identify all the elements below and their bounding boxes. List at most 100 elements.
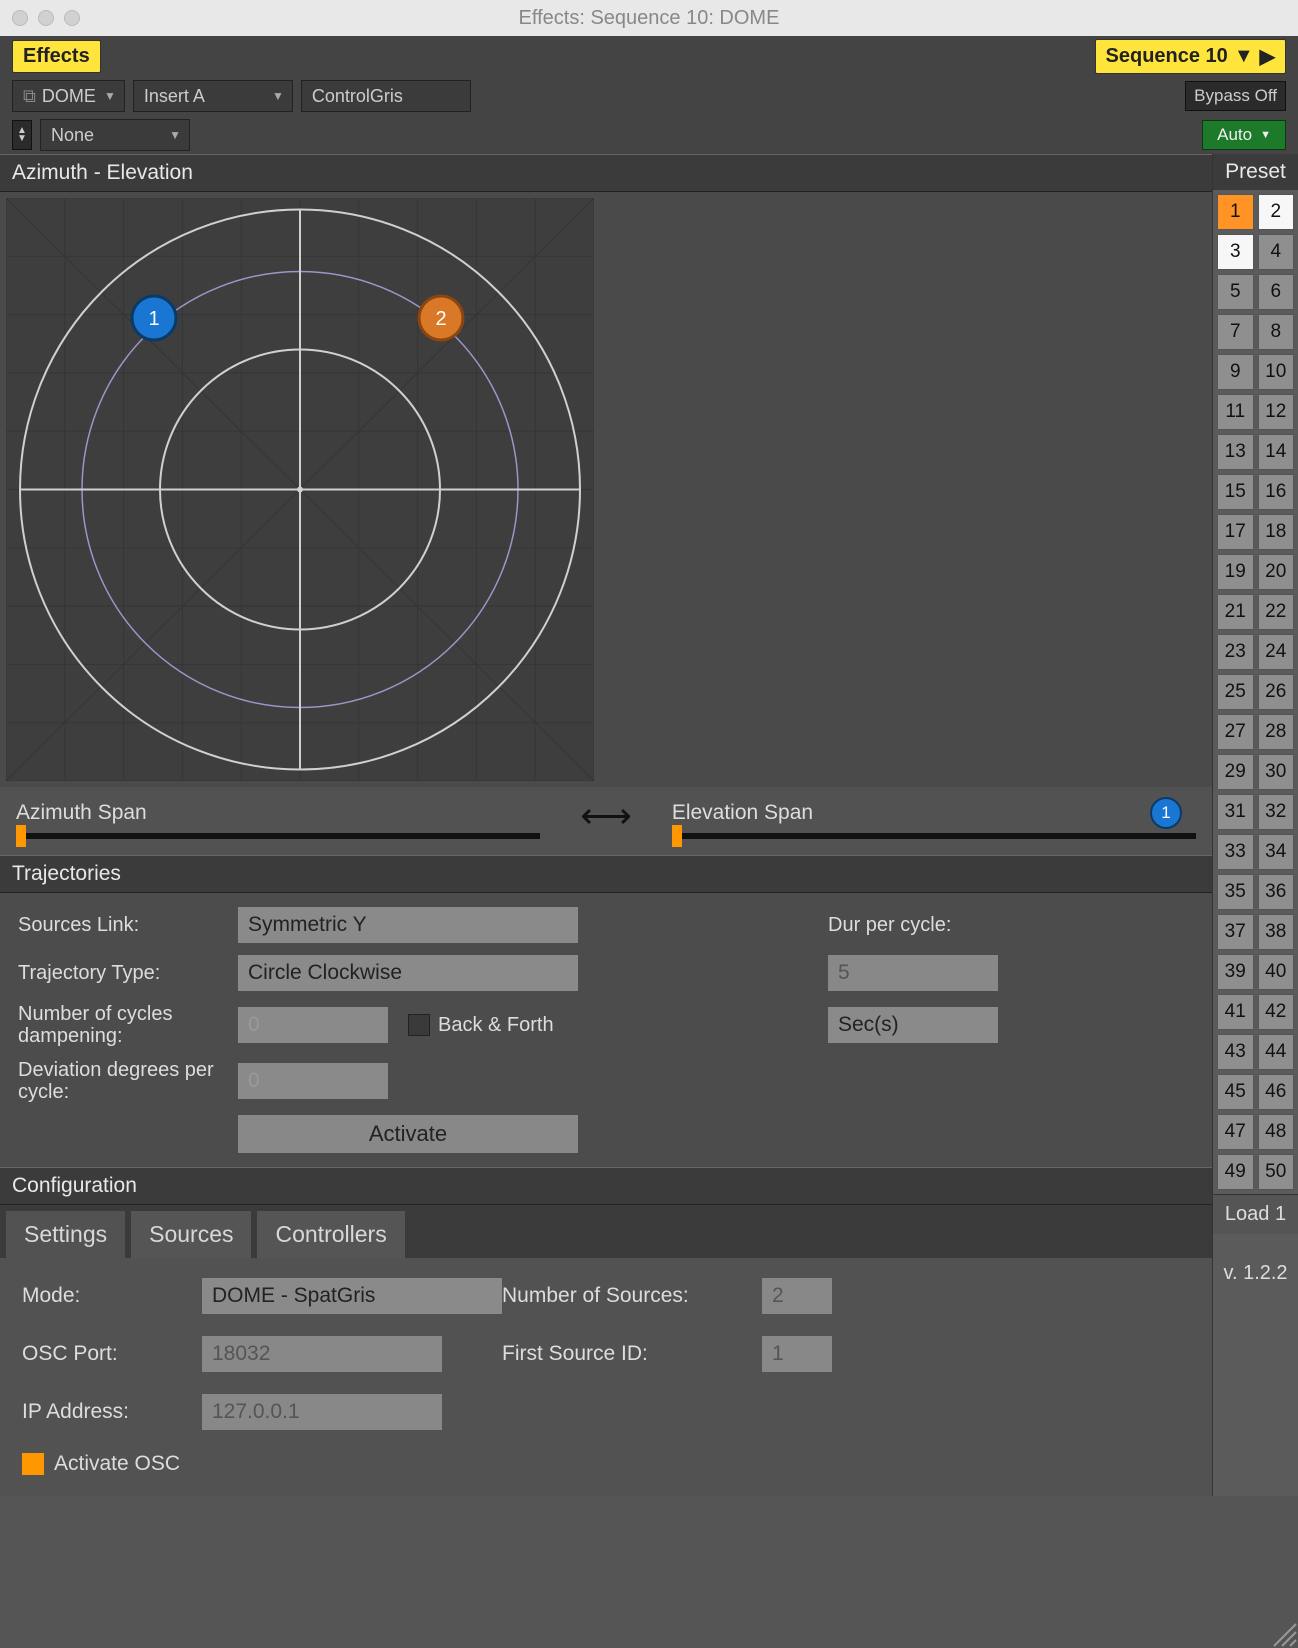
preset-button-38[interactable]: 38	[1258, 914, 1295, 950]
chevron-down-icon: ▼	[1260, 129, 1271, 141]
ip-address-input[interactable]: 127.0.0.1	[202, 1394, 442, 1430]
preset-button-48[interactable]: 48	[1258, 1114, 1295, 1150]
auto-button[interactable]: Auto ▼	[1202, 120, 1286, 150]
plugin-name[interactable]: ControlGris	[301, 80, 471, 112]
activate-osc-checkbox[interactable]	[22, 1453, 44, 1475]
preset-panel: Preset 123456789101112131415161718192021…	[1212, 154, 1298, 1496]
preset-button-14[interactable]: 14	[1258, 434, 1295, 470]
preset-button-28[interactable]: 28	[1258, 714, 1295, 750]
cycles-dampening-input[interactable]: 0	[238, 1007, 388, 1043]
preset-button-39[interactable]: 39	[1217, 954, 1254, 990]
preset-button-19[interactable]: 19	[1217, 554, 1254, 590]
effects-button[interactable]: Effects	[12, 40, 101, 73]
trajectory-type-select[interactable]: Circle Clockwise	[238, 955, 578, 991]
preset-button-31[interactable]: 31	[1217, 794, 1254, 830]
preset-button-17[interactable]: 17	[1217, 514, 1254, 550]
slider-thumb[interactable]	[672, 825, 682, 847]
preset-button-8[interactable]: 8	[1258, 314, 1295, 350]
preset-button-41[interactable]: 41	[1217, 994, 1254, 1030]
preset-button-5[interactable]: 5	[1217, 274, 1254, 310]
sources-link-select[interactable]: Symmetric Y	[238, 907, 578, 943]
preset-button-23[interactable]: 23	[1217, 634, 1254, 670]
elevation-span-slider[interactable]	[672, 833, 1196, 839]
preset-button-30[interactable]: 30	[1258, 754, 1295, 790]
preset-button-18[interactable]: 18	[1258, 514, 1295, 550]
preset-button-13[interactable]: 13	[1217, 434, 1254, 470]
mode-label: Mode:	[22, 1284, 202, 1308]
floating-source-badge[interactable]: 1	[1150, 797, 1182, 829]
config-tabs: Settings Sources Controllers	[0, 1205, 1212, 1258]
minimize-icon[interactable]	[38, 10, 54, 26]
preset-button-45[interactable]: 45	[1217, 1074, 1254, 1110]
track-select[interactable]: ⧉ DOME ▼	[12, 80, 125, 112]
chevron-down-icon: ▼	[272, 89, 284, 103]
num-sources-input[interactable]: 2	[762, 1278, 832, 1314]
back-forth-checkbox[interactable]	[408, 1014, 430, 1036]
window-controls[interactable]	[12, 10, 80, 26]
preset-button-32[interactable]: 32	[1258, 794, 1295, 830]
radar-view[interactable]: 1 2	[6, 198, 594, 781]
preset-button-43[interactable]: 43	[1217, 1034, 1254, 1070]
sequence-button[interactable]: Sequence 10 ▼ ▶	[1095, 39, 1286, 74]
dur-unit-select[interactable]: Sec(s)	[828, 1007, 998, 1043]
preset-button-25[interactable]: 25	[1217, 674, 1254, 710]
preset-compare-select[interactable]: None ▼	[40, 119, 190, 151]
preset-button-16[interactable]: 16	[1258, 474, 1295, 510]
tab-sources[interactable]: Sources	[131, 1211, 251, 1258]
insert-select[interactable]: Insert A ▼	[133, 80, 293, 112]
plugin-label: ControlGris	[312, 86, 403, 107]
first-source-id-input[interactable]: 1	[762, 1336, 832, 1372]
updown-button[interactable]: ▲▼	[12, 120, 32, 150]
preset-button-1[interactable]: 1	[1217, 194, 1254, 230]
link-arrow-icon[interactable]: ⟷	[580, 795, 632, 839]
preset-button-22[interactable]: 22	[1258, 594, 1295, 630]
resize-handle-icon[interactable]	[1268, 1618, 1298, 1648]
preset-button-49[interactable]: 49	[1217, 1154, 1254, 1190]
preset-button-15[interactable]: 15	[1217, 474, 1254, 510]
tab-controllers[interactable]: Controllers	[257, 1211, 404, 1258]
preset-button-2[interactable]: 2	[1258, 194, 1295, 230]
preset-button-36[interactable]: 36	[1258, 874, 1295, 910]
load-preset-button[interactable]: Load 1	[1213, 1194, 1298, 1234]
preset-button-9[interactable]: 9	[1217, 354, 1254, 390]
preset-button-10[interactable]: 10	[1258, 354, 1295, 390]
close-icon[interactable]	[12, 10, 28, 26]
mode-select[interactable]: DOME - SpatGris	[202, 1278, 502, 1314]
toolbar-primary: Effects Sequence 10 ▼ ▶	[0, 36, 1298, 76]
preset-button-6[interactable]: 6	[1258, 274, 1295, 310]
preset-button-47[interactable]: 47	[1217, 1114, 1254, 1150]
back-forth-label: Back & Forth	[438, 1014, 554, 1037]
osc-port-input[interactable]: 18032	[202, 1336, 442, 1372]
preset-button-34[interactable]: 34	[1258, 834, 1295, 870]
preset-button-12[interactable]: 12	[1258, 394, 1295, 430]
preset-button-4[interactable]: 4	[1258, 234, 1295, 270]
elevation-span-label: Elevation Span	[672, 801, 1196, 825]
preset-button-20[interactable]: 20	[1258, 554, 1295, 590]
preset-button-40[interactable]: 40	[1258, 954, 1295, 990]
preset-button-24[interactable]: 24	[1258, 634, 1295, 670]
preset-button-50[interactable]: 50	[1258, 1154, 1295, 1190]
preset-button-7[interactable]: 7	[1217, 314, 1254, 350]
source-2[interactable]: 2	[419, 296, 463, 340]
preset-button-35[interactable]: 35	[1217, 874, 1254, 910]
tab-settings[interactable]: Settings	[6, 1211, 125, 1258]
preset-button-3[interactable]: 3	[1217, 234, 1254, 270]
bypass-button[interactable]: Bypass Off	[1185, 81, 1286, 111]
preset-button-37[interactable]: 37	[1217, 914, 1254, 950]
azimuth-span-slider[interactable]	[16, 833, 540, 839]
deviation-input[interactable]: 0	[238, 1063, 388, 1099]
preset-button-42[interactable]: 42	[1258, 994, 1295, 1030]
preset-button-21[interactable]: 21	[1217, 594, 1254, 630]
activate-button[interactable]: Activate	[238, 1115, 578, 1153]
dur-per-cycle-input[interactable]: 5	[828, 955, 998, 991]
slider-thumb[interactable]	[16, 825, 26, 847]
preset-button-44[interactable]: 44	[1258, 1034, 1295, 1070]
preset-button-11[interactable]: 11	[1217, 394, 1254, 430]
preset-button-33[interactable]: 33	[1217, 834, 1254, 870]
preset-button-29[interactable]: 29	[1217, 754, 1254, 790]
zoom-icon[interactable]	[64, 10, 80, 26]
preset-button-46[interactable]: 46	[1258, 1074, 1295, 1110]
preset-button-27[interactable]: 27	[1217, 714, 1254, 750]
preset-button-26[interactable]: 26	[1258, 674, 1295, 710]
source-1[interactable]: 1	[132, 296, 176, 340]
